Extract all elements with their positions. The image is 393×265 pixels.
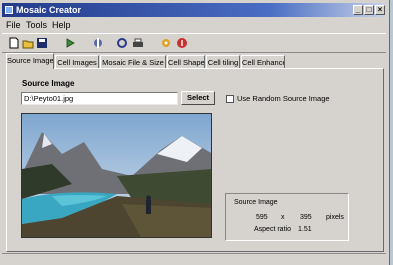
image-info-box: Source Image 595 x 395 pixels Aspect rat… (225, 193, 349, 241)
minimize-button[interactable]: _ (353, 5, 363, 15)
menu-file[interactable]: File (6, 19, 21, 31)
refresh-icon[interactable] (116, 37, 128, 49)
app-icon (5, 6, 13, 14)
status-bar (2, 253, 386, 264)
tab-source-image[interactable]: Source Image (6, 53, 54, 69)
dimension-separator: x (281, 214, 285, 221)
play-icon[interactable] (64, 37, 76, 49)
print-icon[interactable] (132, 37, 144, 49)
window-title: Mosaic Creator (16, 5, 82, 15)
new-icon[interactable] (8, 37, 20, 49)
menu-tools[interactable]: Tools (26, 19, 47, 31)
tab-mosaic-file-size[interactable]: Mosaic File & Size (100, 55, 166, 68)
title-bar[interactable]: Mosaic Creator _ □ × (2, 3, 386, 17)
mountain-lake-photo (22, 114, 211, 237)
info-icon[interactable] (176, 37, 188, 49)
close-button[interactable]: × (375, 5, 385, 15)
random-source-checkbox[interactable] (226, 95, 234, 103)
aspect-ratio-value: 1.51 (298, 226, 312, 233)
tab-cell-enhance[interactable]: Cell Enhance (241, 55, 285, 68)
menu-help[interactable]: Help (52, 19, 71, 31)
image-width: 595 (256, 214, 268, 221)
save-icon[interactable] (36, 37, 48, 49)
tab-cell-images[interactable]: Cell Images (55, 55, 99, 68)
settings-icon[interactable] (160, 37, 172, 49)
info-header: Source Image (234, 199, 278, 206)
tool-icon[interactable] (92, 37, 104, 49)
source-image-preview (21, 113, 212, 238)
toolbar (2, 33, 386, 53)
app-window: Mosaic Creator _ □ × File Tools Help Sou… (0, 0, 390, 265)
tab-cell-tiling[interactable]: Cell tiling (206, 55, 240, 68)
menu-bar: File Tools Help (2, 19, 386, 31)
image-height: 395 (300, 214, 312, 221)
aspect-ratio-label: Aspect ratio (254, 226, 291, 233)
source-path-input[interactable] (21, 92, 178, 105)
select-button[interactable]: Select (181, 91, 215, 105)
random-source-label: Use Random Source Image (237, 94, 330, 103)
source-image-label: Source Image (22, 79, 75, 88)
maximize-button[interactable]: □ (364, 5, 374, 15)
dimension-unit: pixels (326, 214, 344, 221)
open-icon[interactable] (22, 37, 34, 49)
tab-cell-shape[interactable]: Cell Shape (167, 55, 205, 68)
